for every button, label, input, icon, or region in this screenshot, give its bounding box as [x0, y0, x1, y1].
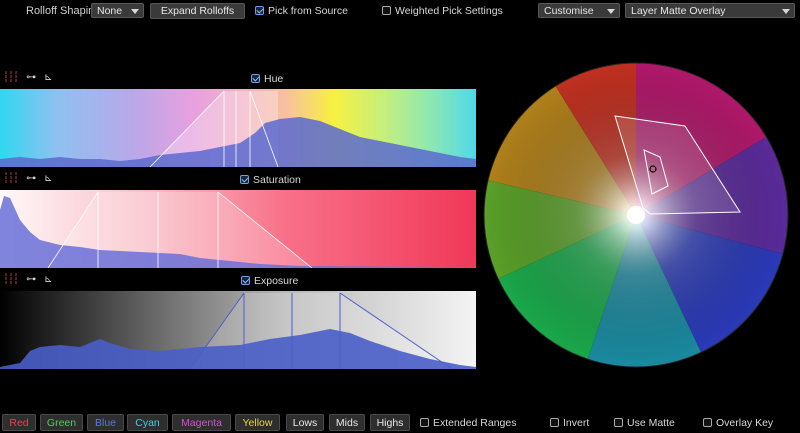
expand-rolloffs-button[interactable]: Expand Rolloffs: [150, 3, 245, 19]
magenta-button[interactable]: Magenta: [172, 414, 231, 431]
saturation-panel-icons: ┆┆┆ ⊶ ⊾: [3, 174, 52, 184]
preset-select[interactable]: Customise: [538, 3, 620, 18]
extended-ranges-label: Extended Ranges: [433, 417, 517, 429]
lows-button[interactable]: Lows: [286, 414, 324, 431]
yellow-button[interactable]: Yellow: [235, 414, 280, 431]
key-icon[interactable]: ⊶: [26, 73, 36, 83]
weighted-pick-checkbox[interactable]: [382, 6, 391, 15]
green-button[interactable]: Green: [40, 414, 83, 431]
hue-checkbox[interactable]: [251, 74, 260, 83]
blue-button[interactable]: Blue: [87, 414, 124, 431]
sliders-icon[interactable]: ┆┆┆: [3, 174, 19, 184]
pick-from-source-label: Pick from Source: [268, 5, 348, 17]
overlay-key-label: Overlay Key: [716, 417, 774, 429]
invert-label: Invert: [563, 417, 590, 429]
use-matte-checkbox[interactable]: [614, 418, 623, 427]
rolloff-shaping-value: None: [97, 5, 123, 17]
curve-axis-icon[interactable]: ⊾: [44, 73, 52, 83]
cyan-button[interactable]: Cyan: [127, 414, 168, 431]
saturation-range-band[interactable]: [0, 190, 476, 268]
overlay-value: Layer Matte Overlay: [631, 5, 726, 17]
use-matte-label: Use Matte: [627, 417, 675, 429]
saturation-checkbox[interactable]: [240, 175, 249, 184]
highs-button[interactable]: Highs: [370, 414, 410, 431]
chevron-down-icon: [782, 9, 790, 14]
key-icon[interactable]: ⊶: [26, 275, 36, 285]
hue-label: Hue: [264, 73, 284, 85]
key-icon[interactable]: ⊶: [26, 174, 36, 184]
mids-button[interactable]: Mids: [329, 414, 365, 431]
extended-ranges-checkbox[interactable]: [420, 418, 429, 427]
rolloff-shaping-select[interactable]: None: [91, 3, 144, 18]
hue-panel-icons: ┆┆┆ ⊶ ⊾: [3, 73, 52, 83]
invert-checkbox[interactable]: [550, 418, 559, 427]
curve-axis-icon[interactable]: ⊾: [44, 275, 52, 285]
red-button[interactable]: Red: [2, 414, 36, 431]
hue-range-band[interactable]: [0, 89, 476, 167]
wheel-center-highlight: [627, 206, 645, 224]
pick-from-source-checkbox[interactable]: [255, 6, 264, 15]
chevron-down-icon: [607, 9, 615, 14]
overlay-key-checkbox[interactable]: [703, 418, 712, 427]
weighted-pick-label: Weighted Pick Settings: [395, 5, 503, 17]
exposure-label: Exposure: [254, 275, 299, 287]
exposure-panel-icons: ┆┆┆ ⊶ ⊾: [3, 275, 52, 285]
sliders-icon[interactable]: ┆┆┆: [3, 73, 19, 83]
curve-axis-icon[interactable]: ⊾: [44, 174, 52, 184]
preset-value: Customise: [544, 5, 594, 17]
exposure-checkbox[interactable]: [241, 276, 250, 285]
saturation-label: Saturation: [253, 174, 301, 186]
color-wheel[interactable]: [478, 58, 800, 388]
sliders-icon[interactable]: ┆┆┆: [3, 275, 19, 285]
chevron-down-icon: [131, 9, 139, 14]
overlay-select[interactable]: Layer Matte Overlay: [625, 3, 795, 18]
exposure-range-band[interactable]: [0, 291, 476, 369]
